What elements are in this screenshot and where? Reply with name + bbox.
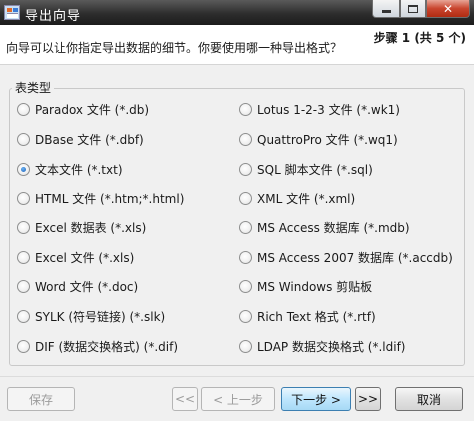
- option-ms-access-mdb[interactable]: MS Access 数据库 (*.mdb): [239, 218, 410, 236]
- close-button[interactable]: ✕: [426, 0, 470, 18]
- option-sylk[interactable]: SYLK (符号链接) (*.slk): [17, 307, 165, 325]
- radio-button-selected[interactable]: [17, 162, 30, 176]
- option-label: SQL 脚本文件 (*.sql): [257, 162, 373, 177]
- radio-button[interactable]: [239, 191, 252, 205]
- previous-button[interactable]: < 上一步: [201, 387, 275, 411]
- option-lotus[interactable]: Lotus 1-2-3 文件 (*.wk1): [239, 100, 400, 118]
- option-excel-file[interactable]: Excel 文件 (*.xls): [17, 248, 134, 266]
- option-label: Word 文件 (*.doc): [35, 279, 139, 294]
- option-label: Excel 数据表 (*.xls): [35, 220, 147, 235]
- option-rtf[interactable]: Rich Text 格式 (*.rtf): [239, 307, 376, 325]
- option-label: DIF (数据交换格式) (*.dif): [35, 339, 179, 354]
- radio-button[interactable]: [17, 191, 30, 205]
- option-label: 文本文件 (*.txt): [35, 162, 123, 177]
- option-label: MS Access 数据库 (*.mdb): [257, 220, 410, 235]
- radio-button[interactable]: [17, 102, 30, 116]
- option-text[interactable]: 文本文件 (*.txt): [17, 160, 123, 178]
- option-label: Paradox 文件 (*.db): [35, 102, 150, 117]
- option-ms-access-accdb[interactable]: MS Access 2007 数据库 (*.accdb): [239, 248, 453, 266]
- radio-button[interactable]: [17, 220, 30, 234]
- radio-button[interactable]: [239, 339, 252, 353]
- option-word[interactable]: Word 文件 (*.doc): [17, 277, 138, 295]
- option-clipboard[interactable]: MS Windows 剪贴板: [239, 277, 372, 295]
- radio-button[interactable]: [239, 132, 252, 146]
- option-label: LDAP 数据交换格式 (*.ldif): [257, 339, 406, 354]
- option-dif[interactable]: DIF (数据交换格式) (*.dif): [17, 337, 178, 355]
- next-button[interactable]: 下一步 >: [281, 387, 351, 411]
- option-label: Excel 文件 (*.xls): [35, 250, 135, 265]
- option-ldif[interactable]: LDAP 数据交换格式 (*.ldif): [239, 337, 405, 355]
- option-label: MS Windows 剪贴板: [257, 279, 373, 294]
- option-quattropro[interactable]: QuattroPro 文件 (*.wq1): [239, 130, 398, 148]
- option-html[interactable]: HTML 文件 (*.htm;*.html): [17, 189, 184, 207]
- minimize-button[interactable]: [372, 0, 400, 18]
- radio-button[interactable]: [239, 162, 252, 176]
- radio-button[interactable]: [239, 250, 252, 264]
- option-label: HTML 文件 (*.htm;*.html): [35, 191, 185, 206]
- app-icon: [4, 5, 20, 20]
- option-excel-sheet[interactable]: Excel 数据表 (*.xls): [17, 218, 146, 236]
- option-label: Lotus 1-2-3 文件 (*.wk1): [257, 102, 400, 117]
- radio-button[interactable]: [17, 132, 30, 146]
- last-step-button[interactable]: >>: [355, 387, 381, 411]
- maximize-icon: [408, 4, 418, 13]
- save-button[interactable]: 保存: [7, 387, 75, 411]
- radio-button[interactable]: [17, 309, 30, 323]
- title-bar[interactable]: 导出向导 ✕: [0, 0, 474, 25]
- close-icon: ✕: [442, 1, 454, 16]
- option-xml[interactable]: XML 文件 (*.xml): [239, 189, 355, 207]
- option-label: SYLK (符号链接) (*.slk): [35, 309, 166, 324]
- window-title: 导出向导: [25, 9, 82, 24]
- footer-divider: [0, 376, 474, 377]
- option-label: QuattroPro 文件 (*.wq1): [257, 132, 398, 147]
- wizard-header: 向导可以让你指定导出数据的细节。你要使用哪一种导出格式？ 步骤 1 (共 5 个…: [0, 25, 474, 65]
- option-label: MS Access 2007 数据库 (*.accdb): [257, 250, 453, 265]
- wizard-prompt: 向导可以让你指定导出数据的细节。你要使用哪一种导出格式？: [6, 41, 343, 55]
- radio-button[interactable]: [239, 102, 252, 116]
- option-dbase[interactable]: DBase 文件 (*.dbf): [17, 130, 144, 148]
- radio-button[interactable]: [17, 250, 30, 264]
- radio-button[interactable]: [239, 220, 252, 234]
- cancel-button[interactable]: 取消: [395, 387, 463, 411]
- table-type-group-label: 表类型: [12, 79, 55, 96]
- maximize-button[interactable]: [400, 0, 426, 18]
- option-sql[interactable]: SQL 脚本文件 (*.sql): [239, 160, 373, 178]
- radio-button[interactable]: [17, 279, 30, 293]
- option-label: XML 文件 (*.xml): [257, 191, 356, 206]
- first-step-button[interactable]: <<: [172, 387, 198, 411]
- option-paradox[interactable]: Paradox 文件 (*.db): [17, 100, 149, 118]
- option-label: Rich Text 格式 (*.rtf): [257, 309, 376, 324]
- step-indicator: 步骤 1 (共 5 个): [373, 31, 466, 45]
- radio-button[interactable]: [239, 309, 252, 323]
- radio-button[interactable]: [239, 279, 252, 293]
- export-wizard-window: 导出向导 ✕ 向导可以让你指定导出数据的细节。你要使用哪一种导出格式？ 步骤 1…: [0, 0, 474, 421]
- minimize-icon: [381, 10, 391, 13]
- option-label: DBase 文件 (*.dbf): [35, 132, 144, 147]
- radio-button[interactable]: [17, 339, 30, 353]
